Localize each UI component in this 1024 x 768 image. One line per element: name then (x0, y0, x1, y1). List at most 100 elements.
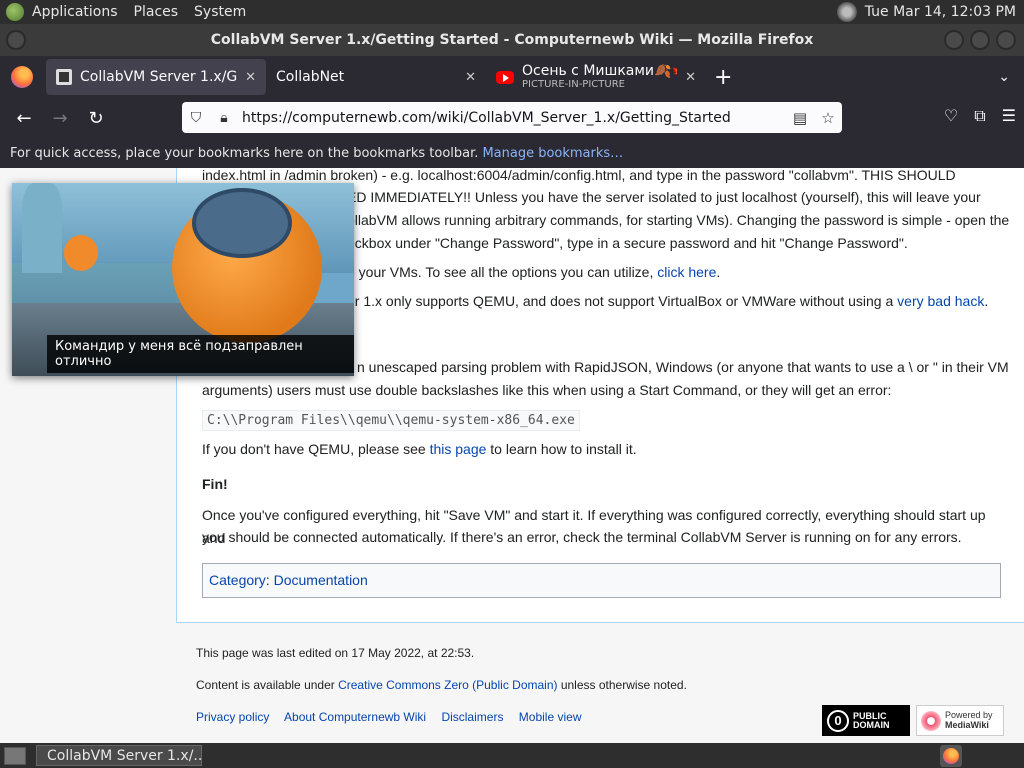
reload-button[interactable]: ↻ (78, 108, 114, 129)
url-input[interactable]: https://computernewb.com/wiki/CollabVM_S… (238, 110, 786, 126)
system-label: System (194, 4, 247, 20)
documentation-category-link[interactable]: Documentation (274, 572, 368, 588)
window-title: CollabVM Server 1.x/Getting Started - Co… (210, 32, 814, 48)
page-footer: This page was last edited on 17 May 2022… (196, 646, 687, 742)
article-line: arguments) users must use double backsla… (202, 382, 892, 398)
tab-label: CollabVM Server 1.x/Getting Started (80, 69, 238, 85)
pd-badge-line: DOMAIN (853, 719, 890, 730)
article-line: e your VMs. To see all the options you c… (347, 261, 1024, 284)
category-link[interactable]: Category (209, 572, 266, 588)
tab-label: CollabNet (276, 69, 345, 85)
mobile-view-link[interactable]: Mobile view (519, 710, 582, 724)
gnome-logo-icon (6, 3, 24, 21)
bottom-taskbar: CollabVM Server 1.x/... (0, 743, 1024, 768)
system-menu[interactable]: System (186, 4, 254, 20)
bookmark-star-icon[interactable]: ☆ (814, 109, 842, 127)
clock[interactable]: Tue Mar 14, 12:03 PM (865, 4, 1016, 20)
close-window-button[interactable] (996, 30, 1016, 50)
pip-subtitle: Командир у меня всё подзаправлен отлично (47, 335, 354, 373)
url-bar[interactable]: ⛉ 🔒︎ https://computernewb.com/wiki/Colla… (182, 102, 842, 133)
tab-label: Осень с Мишками🍂🍁🍂 Сезон (522, 63, 677, 79)
this-page-link[interactable]: this page (430, 441, 487, 457)
article-text: er 1.x only supports QEMU, and does not … (347, 293, 898, 309)
mw-badge-line: MediaWiki (945, 719, 989, 730)
category-separator: : (265, 572, 274, 588)
back-button[interactable]: ← (6, 108, 42, 129)
places-label: Places (133, 4, 179, 20)
list-all-tabs-chevron-icon[interactable]: ⌄ (998, 69, 1010, 85)
close-tab-icon[interactable]: ✕ (685, 70, 696, 85)
forward-button[interactable]: → (42, 108, 78, 129)
license-post: unless otherwise noted. (557, 678, 687, 692)
very-bad-hack-link[interactable]: very bad hack (897, 293, 984, 309)
tray-firefox-icon[interactable] (940, 744, 962, 767)
youtube-favicon-icon (496, 70, 514, 84)
footer-links: Privacy policy About Computernewb Wiki D… (196, 710, 687, 728)
show-desktop-icon[interactable] (4, 746, 26, 765)
article-line: n unescaped parsing problem with RapidJS… (357, 359, 1009, 375)
applications-label: Applications (32, 4, 118, 20)
click-here-link[interactable]: click here (657, 264, 716, 280)
mediawiki-flower-icon (921, 710, 941, 731)
tab-collabnet[interactable]: CollabNet ✕ (266, 59, 486, 95)
article-line: If you don't have QEMU, please see this … (202, 438, 1002, 461)
code-example: C:\\Program Files\\qemu\\qemu-system-x86… (202, 410, 580, 431)
license-text: Content is available under Creative Comm… (196, 678, 687, 696)
tab-collabvm-getting-started[interactable]: CollabVM Server 1.x/Getting Started ✕ (46, 59, 266, 95)
article-line: er 1.x only supports QEMU, and does not … (347, 290, 1024, 313)
taskbar-firefox-window[interactable]: CollabVM Server 1.x/... (36, 745, 202, 766)
bookmarks-toolbar: For quick access, place your bookmarks h… (0, 138, 1024, 168)
article-text: to learn how to install it. (486, 441, 637, 457)
window-titlebar: CollabVM Server 1.x/Getting Started - Co… (0, 24, 1024, 56)
license-pre: Content is available under (196, 678, 339, 692)
tab-bar: CollabVM Server 1.x/Getting Started ✕ Co… (0, 56, 1024, 98)
close-tab-icon[interactable]: ✕ (465, 70, 476, 85)
article-line: ollabVM allows running arbitrary command… (347, 212, 1010, 228)
navigation-toolbar: ← → ↻ ⛉ 🔒︎ https://computernewb.com/wiki… (0, 98, 1024, 138)
privacy-policy-link[interactable]: Privacy policy (196, 710, 269, 724)
window-menu-button[interactable] (6, 30, 26, 50)
applications-menu[interactable]: Applications (24, 4, 126, 20)
places-menu[interactable]: Places (126, 4, 187, 20)
public-domain-badge[interactable]: 0 PUBLIC DOMAIN (822, 705, 910, 736)
new-tab-button[interactable]: + (714, 65, 732, 90)
firefox-view-icon[interactable] (11, 66, 33, 88)
pocket-icon[interactable]: ♡ (944, 106, 958, 126)
reader-view-icon[interactable]: ▤ (786, 109, 814, 127)
disclaimers-link[interactable]: Disclaimers (441, 710, 503, 724)
pip-video-frame (22, 183, 62, 273)
taskbar-task-label: CollabVM Server 1.x/... (47, 747, 202, 764)
article-line: you should be connected automatically. I… (202, 529, 962, 545)
public-domain-zero-icon: 0 (827, 709, 849, 732)
pip-headphones (192, 188, 292, 258)
top-panel: Applications Places System Tue Mar 14, 1… (0, 0, 1024, 24)
lock-icon[interactable]: 🔒︎ (210, 110, 238, 126)
cc0-license-link[interactable]: Creative Commons Zero (Public Domain) (338, 678, 557, 692)
category-box: Category: Documentation (202, 563, 1001, 598)
pip-cartoon-character (64, 235, 98, 271)
volume-icon[interactable] (836, 2, 857, 22)
firefox-icon (943, 747, 959, 764)
manage-bookmarks-link[interactable]: Manage bookmarks… (482, 146, 623, 161)
article-text: e your VMs. To see all the options you c… (347, 264, 658, 280)
article-text: . (716, 264, 721, 280)
article-line: ED IMMEDIATELY!! Unless you have the ser… (347, 189, 981, 205)
fin-heading: Fin! (202, 476, 228, 492)
tab-pip-sublabel: PICTURE-IN-PICTURE (522, 79, 625, 91)
collabvm-favicon-icon (56, 69, 72, 85)
tracking-protection-shield-icon[interactable]: ⛉ (182, 110, 210, 126)
article-text: If you don't have QEMU, please see (202, 441, 430, 457)
article-text: . (984, 293, 989, 309)
app-menu-hamburger-icon[interactable]: ☰ (1002, 106, 1016, 126)
close-tab-icon[interactable]: ✕ (245, 70, 256, 85)
about-link[interactable]: About Computernewb Wiki (284, 710, 426, 724)
powered-by-mediawiki-badge[interactable]: Powered by MediaWiki (916, 705, 1004, 736)
maximize-button[interactable] (970, 30, 990, 50)
picture-in-picture-window[interactable]: Командир у меня всё подзаправлен отлично (12, 183, 354, 376)
minimize-button[interactable] (944, 30, 964, 50)
last-edited-text: This page was last edited on 17 May 2022… (196, 646, 475, 660)
tab-youtube-pip[interactable]: Осень с Мишками🍂🍁🍂 Сезон PICTURE-IN-PICT… (486, 59, 706, 95)
bookmarks-hint-text: For quick access, place your bookmarks h… (10, 145, 479, 161)
extensions-icon[interactable]: ⧉ (974, 106, 985, 126)
article-line: eckbox under "Change Password", type in … (347, 235, 908, 251)
